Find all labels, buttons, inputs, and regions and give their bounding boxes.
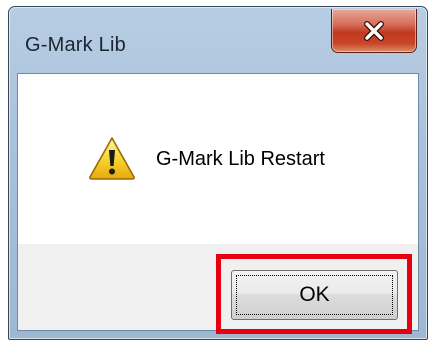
message-text: G-Mark Lib Restart [156, 148, 325, 170]
dialog-body: G-Mark Lib Restart OK [17, 73, 419, 334]
close-button[interactable] [331, 9, 417, 53]
warning-icon [88, 136, 136, 180]
dialog-window: G-Mark Lib G-Mark Lib Restart OK [8, 6, 428, 340]
ok-button-label: OK [299, 283, 330, 306]
window-title: G-Mark Lib [25, 34, 126, 56]
message-area: G-Mark Lib Restart [18, 74, 418, 244]
ok-button[interactable]: OK [231, 270, 398, 320]
title-bar[interactable]: G-Mark Lib [9, 7, 427, 73]
close-icon [363, 20, 385, 41]
button-area: OK [18, 244, 418, 334]
